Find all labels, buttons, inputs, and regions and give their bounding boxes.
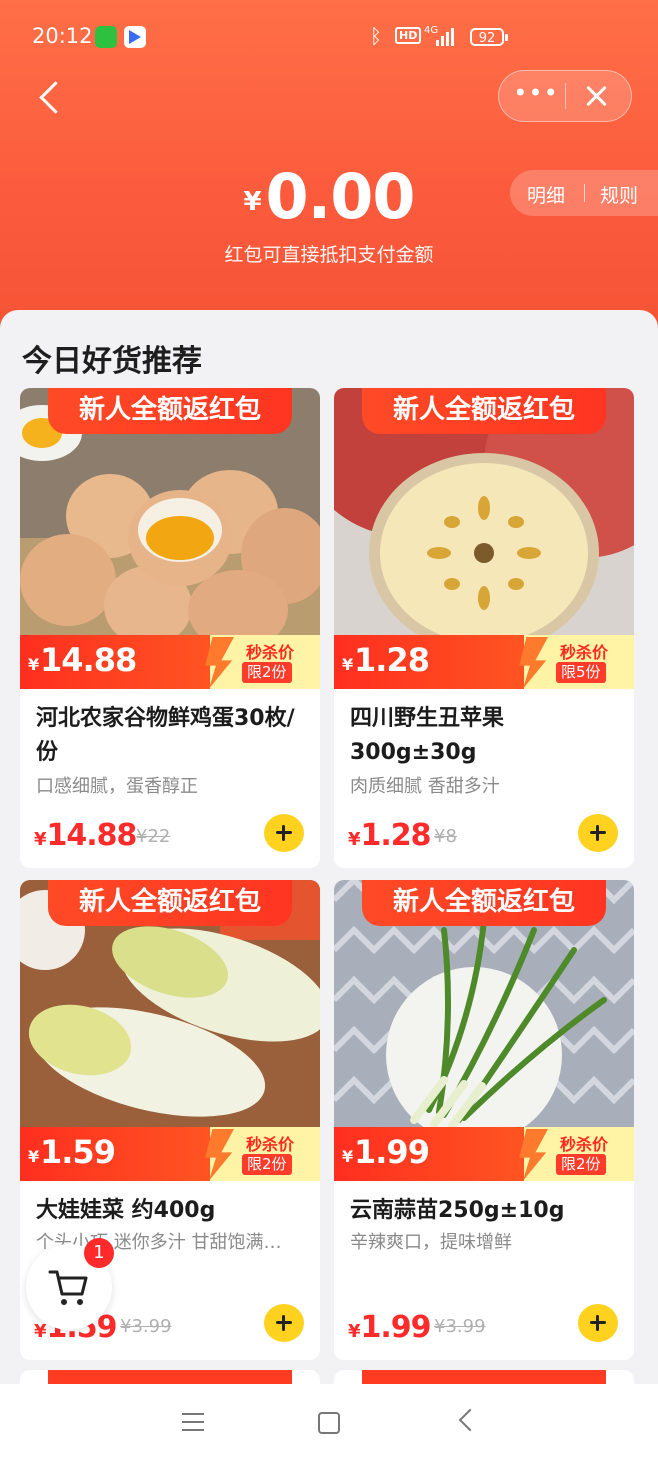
limit-badge: 限2份 [242, 1154, 292, 1175]
cart-button[interactable]: 1 [26, 1238, 114, 1330]
original-price: ¥8 [434, 826, 457, 847]
flash-currency: ¥ [342, 655, 354, 674]
flash-price-bar: ¥ 1.28 秒杀价 限5份 [334, 635, 634, 689]
capsule-divider [565, 83, 566, 109]
promo-ribbon: 新人全额返红包 [48, 388, 292, 434]
flash-price: 14.88 [40, 641, 137, 679]
section-title: 今日好货推荐 [22, 344, 202, 379]
amount-value: 0.00 [265, 160, 416, 233]
rules-link[interactable]: 规则 [600, 181, 638, 208]
product-name: 河北农家谷物鲜鸡蛋30枚/份 [36, 706, 295, 765]
recents-button[interactable] [182, 1413, 204, 1431]
amount-currency: ¥ [243, 187, 262, 217]
flash-currency: ¥ [342, 1147, 354, 1166]
battery-icon: 92 [470, 28, 508, 46]
add-to-cart-button[interactable] [578, 814, 618, 852]
product-desc: 口感细腻，蛋香醇正 [36, 776, 198, 797]
original-price: ¥3.99 [434, 1316, 486, 1337]
flash-price: 1.28 [354, 641, 430, 679]
flash-label: 秒杀价 [246, 643, 295, 662]
amount-subtitle: 红包可直接抵扣支付金额 [224, 244, 434, 266]
hd-icon: HD [395, 27, 422, 44]
flash-price-bar: ¥ 1.59 秒杀价 限2份 [20, 1127, 320, 1181]
detail-rules-pill: 明细 规则 [510, 170, 658, 216]
system-nav-bar [0, 1384, 658, 1462]
flash-price-bar: ¥ 1.99 秒杀价 限2份 [334, 1127, 634, 1181]
cart-icon [48, 1270, 88, 1305]
flash-currency: ¥ [28, 1147, 40, 1166]
product-panel: 今日好货推荐 新人全额返红包 ¥ 14.88 秒杀价 限2份 河北农家谷物鲜鸡蛋… [0, 310, 658, 1410]
sale-price: ¥14.88 [34, 818, 137, 853]
video-app-icon [124, 26, 146, 48]
more-button[interactable]: ••• [509, 71, 563, 121]
product-desc: 肉质细腻 香甜多汁 [350, 776, 500, 797]
flash-price: 1.59 [40, 1133, 116, 1171]
flash-currency: ¥ [28, 655, 40, 674]
flash-price: 1.99 [354, 1133, 430, 1171]
product-desc: 辛辣爽口，提味增鲜 [350, 1232, 512, 1253]
original-price: ¥22 [136, 826, 171, 847]
system-back-button[interactable] [458, 1408, 482, 1432]
product-card[interactable]: 新人全额返红包 ¥ 14.88 秒杀价 限2份 河北农家谷物鲜鸡蛋30枚/份 口… [20, 388, 320, 868]
sale-price: ¥1.28 [348, 818, 432, 853]
limit-badge: 限2份 [242, 662, 292, 683]
limit-badge: 限5份 [556, 662, 606, 683]
product-name: 四川野生丑苹果300g±30g [350, 706, 505, 765]
product-card[interactable]: 新人全额返红包 ¥ 1.28 秒杀价 限5份 四川野生丑苹果300g±30g 肉… [334, 388, 634, 868]
original-price: ¥3.99 [120, 1316, 172, 1337]
status-time: 20:12 [32, 24, 93, 48]
close-button[interactable] [581, 81, 611, 111]
miniapp-capsule: ••• [498, 70, 632, 122]
product-name: 大娃娃菜 约400g [36, 1198, 216, 1223]
add-to-cart-button[interactable] [264, 1304, 304, 1342]
sale-price: ¥1.99 [348, 1310, 432, 1345]
bluetooth-icon: ᛒ [370, 24, 382, 48]
flash-label: 秒杀价 [560, 643, 609, 662]
flash-label: 秒杀价 [560, 1135, 609, 1154]
add-to-cart-button[interactable] [578, 1304, 618, 1342]
cart-count-badge: 1 [84, 1238, 114, 1268]
home-button[interactable] [318, 1412, 340, 1434]
promo-ribbon: 新人全额返红包 [362, 880, 606, 926]
limit-badge: 限2份 [556, 1154, 606, 1175]
pill-divider [584, 184, 585, 202]
back-button[interactable] [34, 78, 74, 118]
flash-label: 秒杀价 [246, 1135, 295, 1154]
status-bar: 20:12 ᛒ HD 4G 92 [0, 22, 658, 58]
product-name: 云南蒜苗250g±10g [350, 1198, 565, 1223]
detail-link[interactable]: 明细 [527, 181, 565, 208]
product-card[interactable]: 新人全额返红包 ¥ 1.99 秒杀价 限2份 云南蒜苗250g±10g 辛辣爽口… [334, 880, 634, 1360]
wechat-icon [95, 26, 117, 48]
add-to-cart-button[interactable] [264, 814, 304, 852]
flash-price-bar: ¥ 14.88 秒杀价 限2份 [20, 635, 320, 689]
signal-icon [436, 28, 454, 46]
promo-ribbon: 新人全额返红包 [362, 388, 606, 434]
promo-ribbon: 新人全额返红包 [48, 880, 292, 926]
